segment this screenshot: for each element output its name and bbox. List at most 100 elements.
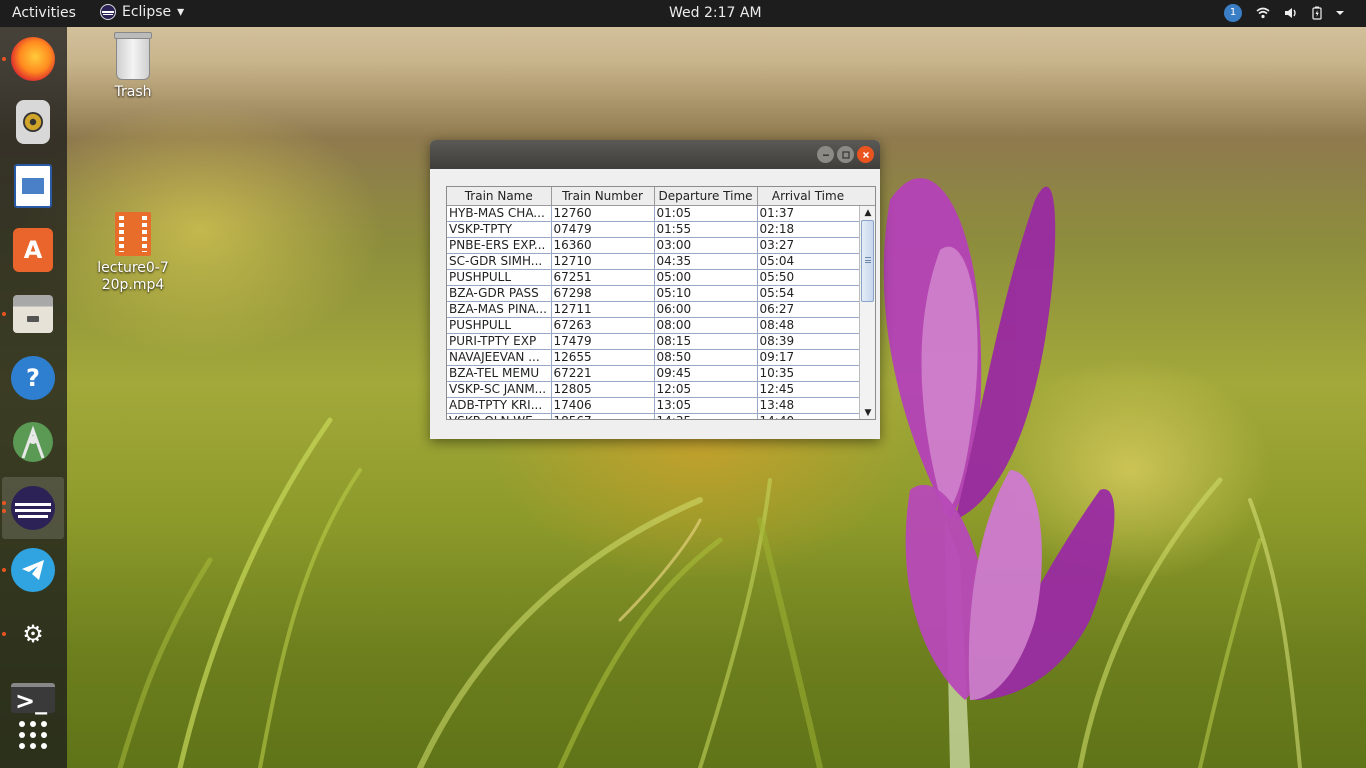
dock-item-system-settings[interactable]: ⚙ — [2, 609, 58, 659]
table-row[interactable]: HYB-MAS CHA... 12760 01:05 01:37 — [447, 205, 860, 222]
cell-arrival-time[interactable]: 02:18 — [757, 221, 860, 238]
column-header-train-number[interactable]: Train Number — [551, 187, 655, 206]
cell-arrival-time[interactable]: 12:45 — [757, 381, 860, 398]
vertical-scrollbar[interactable]: ▲ ▼ — [859, 206, 875, 419]
cell-train-number[interactable]: 18567 — [551, 413, 655, 419]
cell-departure-time[interactable]: 01:05 — [654, 205, 758, 222]
cell-train-name[interactable]: ADB-TPTY KRI... — [447, 397, 552, 414]
table-row[interactable]: NAVAJEEVAN ... 12655 08:50 09:17 — [447, 349, 860, 366]
clock[interactable]: Wed 2:17 AM — [669, 5, 762, 21]
scroll-thumb[interactable] — [861, 220, 874, 302]
cell-train-name[interactable]: VSKP-TPTY — [447, 221, 552, 238]
table-row[interactable]: VSKP-SC JANM... 12805 12:05 12:45 — [447, 381, 860, 398]
cell-train-name[interactable]: PNBE-ERS EXP... — [447, 237, 552, 254]
cell-departure-time[interactable]: 03:00 — [654, 237, 758, 254]
wifi-icon[interactable] — [1256, 7, 1270, 19]
table-row[interactable]: BZA-GDR PASS 67298 05:10 05:54 — [447, 285, 860, 302]
cell-train-name[interactable]: PURI-TPTY EXP — [447, 333, 552, 350]
column-header-departure-time[interactable]: Departure Time — [654, 187, 758, 206]
system-tray[interactable]: 1 — [1224, 4, 1344, 22]
cell-arrival-time[interactable]: 08:48 — [757, 317, 860, 334]
cell-train-name[interactable]: VSKP-SC JANM... — [447, 381, 552, 398]
cell-train-number[interactable]: 67298 — [551, 285, 655, 302]
cell-arrival-time[interactable]: 05:54 — [757, 285, 860, 302]
cell-train-number[interactable]: 12760 — [551, 205, 655, 222]
cell-train-number[interactable]: 17479 — [551, 333, 655, 350]
volume-icon[interactable] — [1284, 7, 1298, 19]
cell-departure-time[interactable]: 05:10 — [654, 285, 758, 302]
cell-train-name[interactable]: BZA-GDR PASS — [447, 285, 552, 302]
table-row[interactable]: SC-GDR SIMH... 12710 04:35 05:04 — [447, 253, 860, 270]
dock-item-terminal[interactable]: >_ — [8, 673, 58, 723]
table-row[interactable]: VSKP-OLN WE...1856714:3514:40 — [447, 413, 860, 419]
train-table-grid[interactable]: Train Name Train Number Departure Time A… — [447, 187, 860, 419]
cell-arrival-time[interactable]: 08:39 — [757, 333, 860, 350]
power-menu-icon[interactable] — [1336, 10, 1344, 16]
dock-item-eclipse[interactable] — [2, 477, 64, 539]
desktop-icon-video-file[interactable]: lecture0-720p.mp4 — [88, 212, 178, 294]
cell-departure-time[interactable]: 01:55 — [654, 221, 758, 238]
train-table[interactable]: Train Name Train Number Departure Time A… — [446, 186, 876, 420]
cell-departure-time[interactable]: 08:00 — [654, 317, 758, 334]
cell-train-number[interactable]: 12655 — [551, 349, 655, 366]
close-button[interactable] — [857, 146, 874, 163]
table-row[interactable]: BZA-MAS PINA... 12711 06:00 06:27 — [447, 301, 860, 318]
cell-arrival-time[interactable]: 05:50 — [757, 269, 860, 286]
table-row[interactable]: PURI-TPTY EXP 17479 08:15 08:39 — [447, 333, 860, 350]
cell-train-name[interactable]: VSKP-OLN WE... — [447, 413, 552, 419]
cell-arrival-time[interactable]: 10:35 — [757, 365, 860, 382]
cell-train-number[interactable]: 17406 — [551, 397, 655, 414]
dock-item-android-studio[interactable] — [8, 417, 58, 467]
cell-train-name[interactable]: BZA-TEL MEMU — [447, 365, 552, 382]
show-applications-button[interactable] — [17, 719, 49, 751]
desktop-icon-trash[interactable]: Trash — [88, 32, 178, 100]
cell-departure-time[interactable]: 05:00 — [654, 269, 758, 286]
notification-badge[interactable]: 1 — [1224, 4, 1242, 22]
cell-departure-time[interactable]: 09:45 — [654, 365, 758, 382]
table-row[interactable]: VSKP-TPTY 07479 01:55 02:18 — [447, 221, 860, 238]
dock-item-software[interactable]: A — [8, 225, 58, 275]
cell-arrival-time[interactable]: 09:17 — [757, 349, 860, 366]
cell-train-number[interactable]: 67221 — [551, 365, 655, 382]
cell-departure-time[interactable]: 12:05 — [654, 381, 758, 398]
scroll-up-arrow-icon[interactable]: ▲ — [862, 207, 874, 219]
table-row[interactable]: BZA-TEL MEMU 67221 09:45 10:35 — [447, 365, 860, 382]
dock-item-telegram[interactable] — [2, 545, 58, 595]
cell-train-number[interactable]: 12805 — [551, 381, 655, 398]
column-header-arrival-time[interactable]: Arrival Time — [757, 187, 860, 206]
cell-train-name[interactable]: HYB-MAS CHA... — [447, 205, 552, 222]
cell-departure-time[interactable]: 13:05 — [654, 397, 758, 414]
cell-train-name[interactable]: NAVAJEEVAN ... — [447, 349, 552, 366]
cell-departure-time[interactable]: 04:35 — [654, 253, 758, 270]
cell-train-name[interactable]: SC-GDR SIMH... — [447, 253, 552, 270]
cell-train-number[interactable]: 12710 — [551, 253, 655, 270]
cell-arrival-time[interactable]: 05:04 — [757, 253, 860, 270]
table-row[interactable]: PUSHPULL 67251 05:00 05:50 — [447, 269, 860, 286]
maximize-button[interactable] — [837, 146, 854, 163]
cell-train-number[interactable]: 67263 — [551, 317, 655, 334]
table-row[interactable]: PNBE-ERS EXP... 16360 03:00 03:27 — [447, 237, 860, 254]
cell-train-number[interactable]: 07479 — [551, 221, 655, 238]
table-row[interactable]: PUSHPULL 67263 08:00 08:48 — [447, 317, 860, 334]
cell-arrival-time[interactable]: 13:48 — [757, 397, 860, 414]
dock-item-rhythmbox[interactable] — [8, 97, 58, 147]
cell-train-number[interactable]: 12711 — [551, 301, 655, 318]
window-titlebar[interactable] — [430, 140, 880, 169]
cell-departure-time[interactable]: 14:35 — [654, 413, 758, 419]
cell-train-name[interactable]: PUSHPULL — [447, 317, 552, 334]
column-header-train-name[interactable]: Train Name — [447, 187, 552, 206]
cell-departure-time[interactable]: 08:15 — [654, 333, 758, 350]
cell-train-number[interactable]: 67251 — [551, 269, 655, 286]
table-row[interactable]: ADB-TPTY KRI... 17406 13:05 13:48 — [447, 397, 860, 414]
app-menu[interactable]: Eclipse ▾ — [100, 4, 184, 20]
dock-item-firefox[interactable] — [2, 34, 58, 84]
cell-train-number[interactable]: 16360 — [551, 237, 655, 254]
dock-item-writer[interactable] — [8, 161, 58, 211]
battery-icon[interactable] — [1312, 6, 1322, 20]
cell-arrival-time[interactable]: 14:40 — [757, 413, 860, 419]
cell-arrival-time[interactable]: 03:27 — [757, 237, 860, 254]
dock-item-files[interactable] — [2, 289, 58, 339]
cell-departure-time[interactable]: 08:50 — [654, 349, 758, 366]
scroll-down-arrow-icon[interactable]: ▼ — [862, 407, 874, 419]
minimize-button[interactable] — [817, 146, 834, 163]
